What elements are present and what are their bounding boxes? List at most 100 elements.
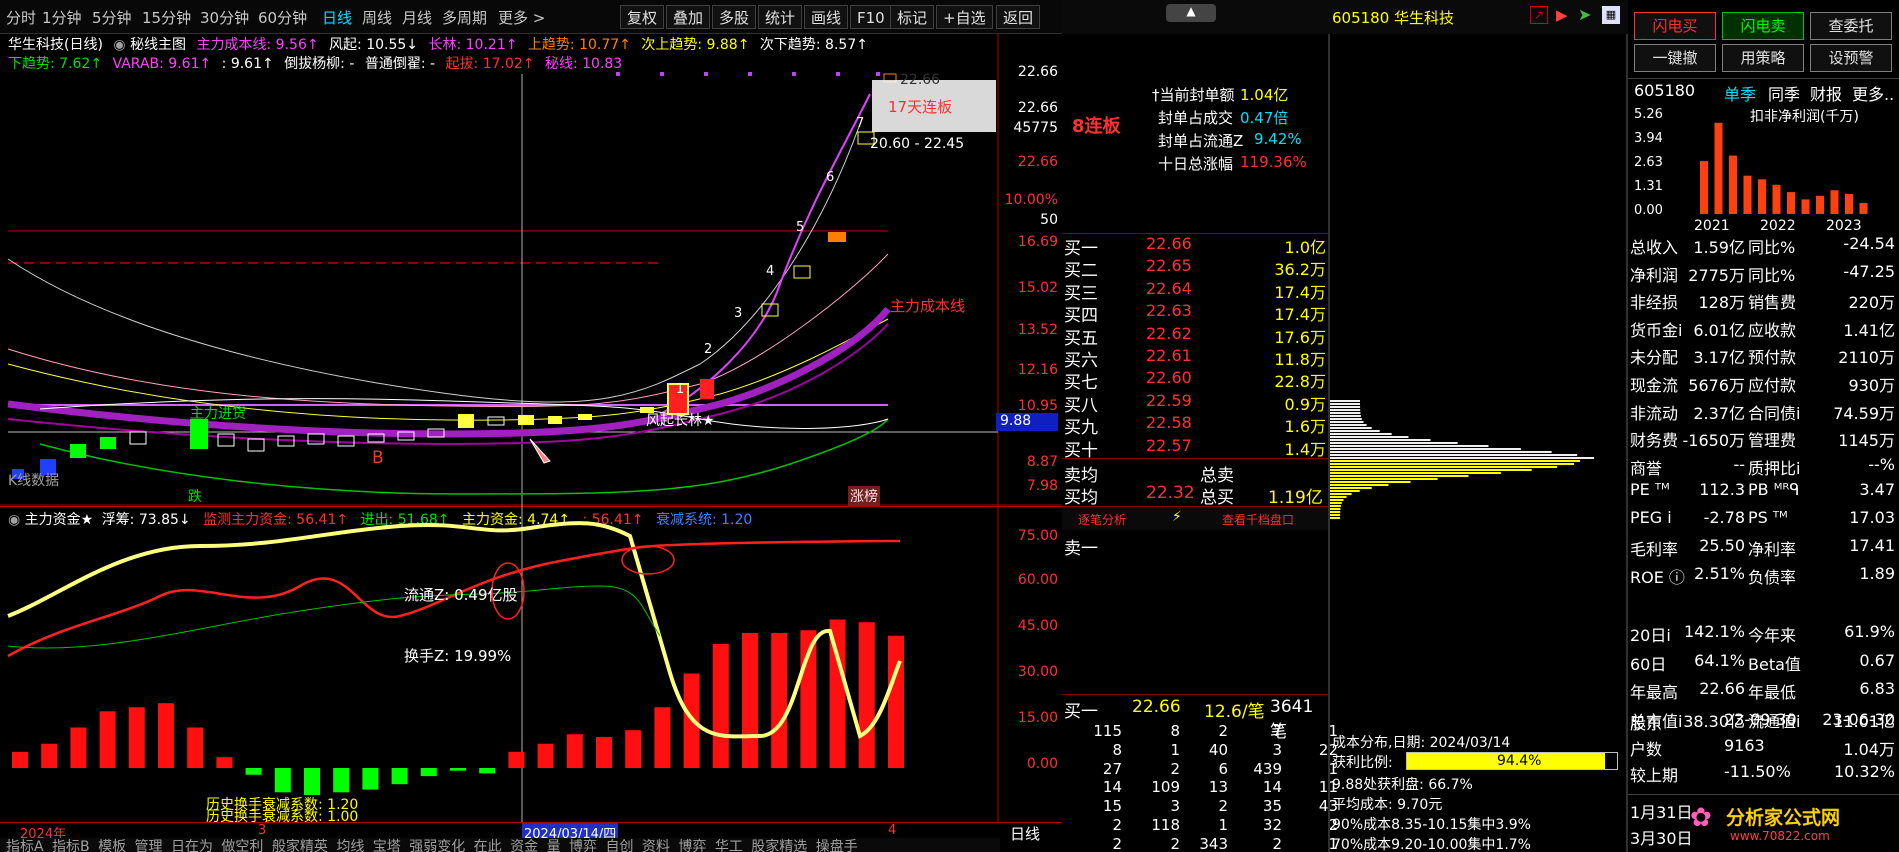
bid-row[interactable]: 买二 22.65 36.2万 bbox=[1062, 256, 1330, 281]
add-watchlist-button[interactable]: +自选 bbox=[936, 5, 993, 29]
bid-row[interactable]: 买三 22.64 17.4万 bbox=[1062, 279, 1330, 304]
seal-r2-label: 封单占成交 bbox=[1158, 109, 1234, 127]
avg-buy-label: 买均 bbox=[1064, 488, 1098, 508]
duogu-button[interactable]: 多股 bbox=[712, 5, 757, 29]
holder-cell: 户数 bbox=[1630, 740, 1663, 759]
lightning-icon[interactable]: ⚡ bbox=[1172, 509, 1182, 525]
arrow-icon[interactable]: ➤ bbox=[1578, 5, 1591, 24]
bid-volume: 17.4万 bbox=[1274, 282, 1326, 302]
trade-cell: 8 bbox=[1112, 740, 1122, 759]
bid-row[interactable]: 买五 22.62 17.6万 bbox=[1062, 323, 1330, 349]
bid-row[interactable]: 买一 22.66 1.0亿 bbox=[1062, 234, 1330, 259]
tab-30min[interactable]: 30分钟 bbox=[200, 7, 249, 28]
tab-weekly[interactable]: 周线 bbox=[362, 7, 392, 28]
tab-more[interactable]: 更多 > bbox=[498, 7, 545, 28]
fuquan-button[interactable]: 复权 bbox=[620, 5, 665, 29]
bid-row[interactable]: 买六 22.61 11.8万 bbox=[1062, 346, 1330, 371]
fin-bar bbox=[1830, 190, 1839, 214]
period-indicator[interactable]: 日线 bbox=[1010, 823, 1040, 844]
fund-bar bbox=[70, 727, 87, 768]
date-item-2[interactable]: 3月30日 bbox=[1630, 825, 1693, 849]
one-click-cancel-button[interactable]: 一键撤 bbox=[1634, 44, 1716, 72]
fund-bar bbox=[362, 768, 379, 790]
tab-tongji[interactable]: 同季 bbox=[1768, 81, 1800, 105]
cost-bar bbox=[1330, 463, 1575, 465]
tab-qiandang[interactable]: 查看千档盘口 bbox=[1222, 511, 1294, 528]
tab-60min[interactable]: 60分钟 bbox=[258, 7, 307, 28]
tab-zhubi[interactable]: 逐笔分析 bbox=[1078, 511, 1126, 528]
back-button[interactable]: 返回 bbox=[996, 5, 1041, 29]
cost-bar bbox=[1330, 499, 1344, 501]
collapse-icon[interactable]: ▲ bbox=[1166, 4, 1216, 22]
count-1: 1 bbox=[676, 382, 685, 397]
trade-cell: 343 bbox=[1199, 834, 1228, 852]
tab-fenshi[interactable]: 分时 bbox=[6, 7, 36, 28]
tab-danji[interactable]: 单季 bbox=[1724, 81, 1756, 105]
quote-topbar: ▲ bbox=[1062, 0, 1330, 34]
flash-sell-button[interactable]: 闪电卖 bbox=[1722, 12, 1804, 40]
f10-button[interactable]: F10 bbox=[850, 5, 892, 29]
bottom-tabs[interactable]: 指标A 指标B 模板 管理 日在为 做空利 般家精英 均线 宝塔 强弱变化 在此… bbox=[6, 838, 858, 852]
fin-bar bbox=[1816, 195, 1824, 214]
axis-high: 22.66 bbox=[1017, 154, 1058, 170]
tab-15min[interactable]: 15分钟 bbox=[142, 7, 191, 28]
fund-bar bbox=[304, 768, 320, 795]
fin-cell: 合同债i bbox=[1748, 403, 1801, 423]
tab-caibao[interactable]: 财报 bbox=[1810, 81, 1842, 105]
fin-cell: 142.1% bbox=[1683, 622, 1745, 641]
bid-row[interactable]: 买十 22.57 1.4万 bbox=[1062, 436, 1330, 461]
cost-bar bbox=[1330, 496, 1347, 498]
cost-bar bbox=[1330, 424, 1367, 426]
flag-icon[interactable]: ▶ bbox=[1556, 6, 1568, 24]
diejia-button[interactable]: 叠加 bbox=[666, 5, 711, 29]
date-item-1[interactable]: 1月31日 bbox=[1630, 799, 1693, 823]
tab-daily[interactable]: 日线 bbox=[322, 7, 352, 28]
bid-row[interactable]: 买八 22.59 0.9万 bbox=[1062, 391, 1330, 416]
holder-row: 户数 9163 1.04万 bbox=[1628, 736, 1899, 764]
bid-level: 买十 bbox=[1064, 440, 1098, 461]
fund-axis: 75.00 60.00 45.00 30.00 15.00 0.00 bbox=[1000, 506, 1062, 822]
cost-l2: 平均成本: 9.70元 bbox=[1332, 797, 1443, 813]
cost-bar bbox=[1330, 508, 1341, 510]
fin-bar bbox=[1801, 199, 1810, 214]
fin-ylabel: 3.94 bbox=[1634, 131, 1663, 146]
trade-cell: 2 bbox=[1218, 797, 1228, 816]
tab-5min[interactable]: 5分钟 bbox=[92, 7, 132, 28]
flash-buy-button[interactable]: 闪电买 bbox=[1634, 12, 1716, 40]
fin-cell: 年最低 bbox=[1748, 683, 1797, 703]
trade-head-label: 买一 bbox=[1064, 702, 1098, 722]
fund-bar bbox=[128, 707, 145, 768]
tab-monthly[interactable]: 月线 bbox=[402, 7, 432, 28]
bid-level: 买五 bbox=[1064, 328, 1098, 349]
huaxian-button[interactable]: 画线 bbox=[804, 5, 849, 29]
chart-icon[interactable]: ↗ bbox=[1530, 6, 1548, 24]
bid-price: 22.65 bbox=[1146, 256, 1192, 276]
holder-cell: 股东 bbox=[1630, 714, 1663, 733]
holder-cell: -11.50% bbox=[1724, 762, 1791, 781]
trade-cell: 32 bbox=[1262, 816, 1282, 834]
check-order-button[interactable]: 查委托 bbox=[1810, 12, 1892, 40]
bid-price: 22.62 bbox=[1146, 323, 1192, 343]
tab-1min[interactable]: 1分钟 bbox=[42, 7, 82, 28]
fin-row: 货币金i 6.01亿 应收款 1.41亿 bbox=[1628, 317, 1899, 345]
bid-row[interactable]: 买七 22.60 22.8万 bbox=[1062, 368, 1330, 393]
biaoji-button[interactable]: 标记 bbox=[890, 5, 935, 29]
bid-row[interactable]: 买四 22.63 17.4万 bbox=[1062, 301, 1330, 326]
tab-multi-period[interactable]: 多周期 bbox=[442, 7, 487, 28]
bid-row[interactable]: 买九 22.58 1.6万 bbox=[1062, 413, 1330, 438]
bid-volume: 1.4万 bbox=[1284, 439, 1326, 459]
cost-title: 成本分布,日期: 2024/03/14 bbox=[1332, 735, 1511, 751]
use-strategy-button[interactable]: 用策略 bbox=[1722, 44, 1804, 72]
fin-xlabel: 2023 bbox=[1826, 218, 1862, 232]
grid-icon[interactable]: ▦ bbox=[1602, 6, 1620, 24]
fund-bar bbox=[187, 727, 204, 768]
fin-row: 总收入 1.59亿 同比% -24.54 bbox=[1628, 234, 1899, 262]
trade-cell: 2 bbox=[1170, 834, 1180, 852]
fin-bar bbox=[1772, 184, 1781, 214]
tab-more-fin[interactable]: 更多.. bbox=[1852, 81, 1894, 105]
cost-bar bbox=[1330, 409, 1361, 411]
set-alert-button[interactable]: 设预警 bbox=[1810, 44, 1892, 72]
trade-cell: 35 bbox=[1262, 797, 1282, 816]
cost-bar bbox=[1330, 457, 1595, 459]
tongji-button[interactable]: 统计 bbox=[758, 5, 803, 29]
